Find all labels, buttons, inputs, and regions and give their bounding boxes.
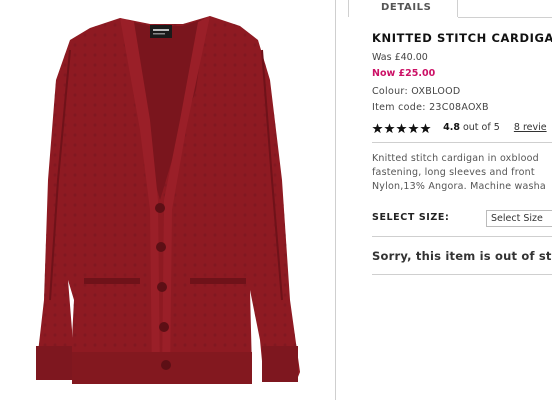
- product-colour: Colour: OXBLOOD: [372, 86, 461, 97]
- product-description: Knitted stitch cardigan in oxblood faste…: [372, 152, 552, 194]
- cardigan-image: [36, 16, 300, 384]
- select-size-label: SELECT SIZE:: [372, 212, 450, 223]
- right-pocket: [190, 278, 246, 284]
- rating-text: 4.8 out of 5: [443, 122, 500, 133]
- divider: [372, 274, 552, 275]
- description-line: Nylon,13% Angora. Machine washa: [372, 181, 546, 192]
- size-select[interactable]: Select Size: [486, 210, 552, 227]
- rating-out-of: out of 5: [462, 122, 500, 133]
- rating-score: 4.8: [443, 122, 460, 133]
- out-of-stock-message: Sorry, this item is out of stoc: [372, 249, 552, 263]
- brand-label: [150, 25, 172, 38]
- star-icon: [420, 123, 431, 134]
- right-cuff: [262, 346, 298, 382]
- divider: [372, 142, 552, 143]
- star-icon: [408, 123, 419, 134]
- left-pocket: [84, 278, 140, 284]
- divider: [372, 236, 552, 237]
- product-title: KNITTED STITCH CARDIGAN: [372, 31, 552, 45]
- star-icon: [372, 123, 383, 134]
- description-line: fastening, long sleeves and front: [372, 167, 535, 178]
- rating-stars: [372, 118, 432, 137]
- now-price: Now £25.00: [372, 68, 436, 79]
- tab-details[interactable]: DETAILS: [348, 0, 458, 17]
- product-image-panel: [0, 0, 336, 400]
- star-icon: [384, 123, 395, 134]
- tab-divider: [458, 17, 552, 18]
- star-icon: [396, 123, 407, 134]
- rating-row: 4.8 out of 5 8 revie: [372, 117, 547, 134]
- tab-bar: DETAILS: [348, 0, 552, 18]
- was-price: Was £40.00: [372, 52, 428, 63]
- left-cuff: [36, 346, 72, 380]
- reviews-link[interactable]: 8 revie: [514, 122, 547, 133]
- description-line: Knitted stitch cardigan in oxblood: [372, 153, 539, 164]
- product-details-panel: DETAILS KNITTED STITCH CARDIGAN Was £40.…: [348, 0, 552, 400]
- item-code: Item code: 23C08AOXB: [372, 102, 489, 113]
